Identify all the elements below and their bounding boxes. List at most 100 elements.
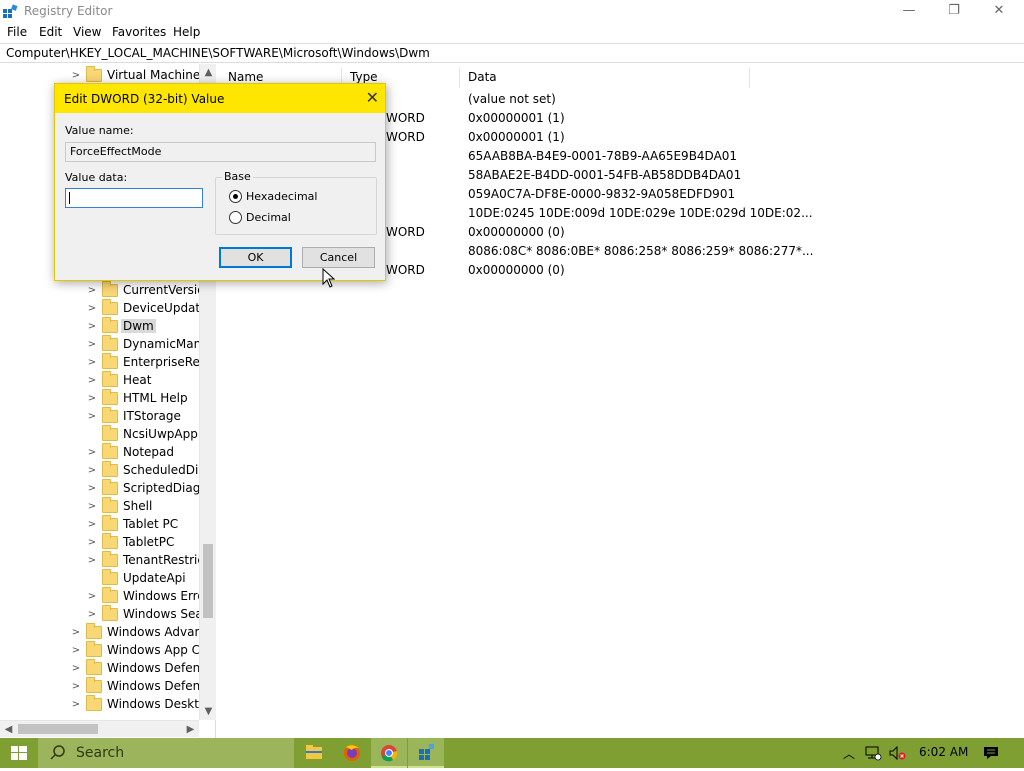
- folder-icon: [86, 695, 102, 711]
- scroll-left-icon[interactable]: ◀: [0, 721, 17, 738]
- tree-item-label: Windows Advanc: [107, 625, 209, 639]
- close-button[interactable]: ✕: [976, 0, 1022, 23]
- chevron-right-icon[interactable]: >: [70, 681, 82, 693]
- chevron-right-icon[interactable]: >: [70, 627, 82, 639]
- tree-item-label: Windows Sear: [123, 607, 208, 621]
- menu-help[interactable]: Help: [173, 25, 200, 39]
- hexadecimal-radio[interactable]: [229, 190, 242, 203]
- chevron-right-icon[interactable]: >: [86, 321, 98, 333]
- notifications-icon[interactable]: [982, 745, 1000, 761]
- chevron-right-icon[interactable]: >: [86, 303, 98, 315]
- tree-item-label: ScriptedDiagn: [123, 481, 208, 495]
- close-icon[interactable]: ✕: [366, 88, 379, 107]
- value-data: 10DE:0245 10DE:009d 10DE:029e 10DE:029d …: [468, 206, 813, 220]
- value-data-input[interactable]: [65, 188, 203, 208]
- menu-view[interactable]: View: [73, 25, 101, 39]
- scroll-right-icon[interactable]: ▶: [182, 721, 199, 738]
- folder-icon: [102, 389, 118, 405]
- folder-icon: [86, 659, 102, 675]
- chevron-right-icon[interactable]: >: [86, 555, 98, 567]
- chevron-right-icon[interactable]: >: [86, 411, 98, 423]
- restore-button[interactable]: ❐: [931, 0, 977, 23]
- folder-icon: [102, 443, 118, 459]
- folder-icon: [102, 533, 118, 549]
- chrome-icon: [381, 745, 398, 762]
- chevron-right-icon[interactable]: >: [86, 519, 98, 531]
- decimal-label[interactable]: Decimal: [246, 211, 291, 224]
- tree-item-label: Notepad: [123, 445, 174, 459]
- menu-favorites[interactable]: Favorites: [112, 25, 166, 39]
- dialog-title-bar: Edit DWORD (32-bit) Value ✕: [55, 84, 385, 113]
- chevron-right-icon[interactable]: >: [86, 339, 98, 351]
- tree-item-label: Windows App Ce: [107, 643, 208, 657]
- registry-editor-taskbar-button[interactable]: [408, 738, 444, 768]
- chevron-right-icon[interactable]: >: [86, 501, 98, 513]
- column-header-data[interactable]: Data: [460, 68, 750, 88]
- value-data: 0x00000001 (1): [468, 130, 565, 144]
- menu-file[interactable]: File: [7, 25, 27, 39]
- chevron-right-icon[interactable]: >: [70, 645, 82, 657]
- ok-button[interactable]: OK: [219, 247, 292, 268]
- chevron-right-icon[interactable]: >: [70, 663, 82, 675]
- scroll-thumb[interactable]: [203, 544, 213, 618]
- tree-item-label: TenantRestrict: [123, 553, 209, 567]
- chevron-right-icon[interactable]: >: [86, 447, 98, 459]
- chevron-right-icon[interactable]: >: [86, 375, 98, 387]
- start-button[interactable]: [0, 738, 38, 768]
- file-explorer-taskbar-button[interactable]: [296, 738, 332, 768]
- scroll-up-icon[interactable]: ▲: [200, 64, 217, 81]
- chevron-right-icon[interactable]: >: [86, 537, 98, 549]
- value-data: 059A0C7A-DF8E-0000-9832-9A058EDFD901: [468, 187, 736, 201]
- chevron-right-icon[interactable]: >: [70, 70, 82, 82]
- tree-item-label: Dwm: [121, 319, 156, 333]
- chevron-right-icon[interactable]: >: [86, 483, 98, 495]
- value-data: 0x00000000 (0): [468, 263, 565, 277]
- chevron-right-icon[interactable]: >: [86, 465, 98, 477]
- tree-item-label: ITStorage: [123, 409, 181, 423]
- search-placeholder: Search: [76, 745, 125, 761]
- taskbar-search-box[interactable]: Search: [38, 738, 294, 768]
- clock[interactable]: 6:02 AM: [919, 745, 968, 759]
- menu-edit[interactable]: Edit: [39, 25, 62, 39]
- value-type: WORD: [386, 225, 425, 239]
- volume-muted-icon[interactable]: [888, 745, 908, 761]
- chevron-right-icon[interactable]: >: [86, 609, 98, 621]
- address-bar[interactable]: Computer\HKEY_LOCAL_MACHINE\SOFTWARE\Mic…: [0, 43, 1024, 63]
- chevron-up-icon[interactable]: ︿: [843, 745, 855, 762]
- folder-icon: [86, 66, 102, 82]
- folder-icon: [86, 641, 102, 657]
- folder-icon: [86, 677, 102, 693]
- minimize-button[interactable]: —: [886, 0, 932, 23]
- hexadecimal-label[interactable]: Hexadecimal: [246, 190, 317, 203]
- tree-horizontal-scrollbar[interactable]: ◀ ▶: [0, 720, 199, 737]
- decimal-radio[interactable]: [229, 211, 242, 224]
- tree-item-label: NcsiUwpApp: [123, 427, 198, 441]
- cancel-button[interactable]: Cancel: [302, 247, 375, 268]
- folder-icon: [102, 371, 118, 387]
- value-data: 0x00000000 (0): [468, 225, 565, 239]
- chrome-taskbar-button[interactable]: [371, 738, 407, 768]
- folder-icon: [102, 551, 118, 567]
- chevron-right-icon[interactable]: >: [86, 393, 98, 405]
- firefox-taskbar-button[interactable]: [334, 738, 370, 768]
- taskbar: Search ︿ 6:02 AM: [0, 738, 1024, 768]
- folder-icon: [102, 479, 118, 495]
- scroll-thumb[interactable]: [18, 724, 98, 734]
- scroll-down-icon[interactable]: ▼: [200, 703, 217, 720]
- value-data-label: Value data:: [65, 171, 128, 184]
- network-icon[interactable]: [864, 745, 882, 761]
- value-data: 65AAB8BA-B4E9-0001-78B9-AA65E9B4DA01: [468, 149, 738, 163]
- value-name-field: ForceEffectMode: [65, 142, 376, 162]
- base-label: Base: [222, 170, 253, 183]
- mouse-cursor-icon: [322, 268, 336, 288]
- address-path: Computer\HKEY_LOCAL_MACHINE\SOFTWARE\Mic…: [6, 46, 430, 60]
- folder-icon: [102, 569, 118, 585]
- chevron-right-icon[interactable]: >: [70, 699, 82, 711]
- tree-item-label: UpdateApi: [123, 571, 186, 585]
- chevron-right-icon[interactable]: >: [86, 357, 98, 369]
- window-title: Registry Editor: [24, 4, 113, 18]
- title-bar: Registry Editor — ❐ ✕: [0, 0, 1024, 23]
- chevron-right-icon[interactable]: >: [86, 591, 98, 603]
- chevron-right-icon[interactable]: >: [86, 285, 98, 297]
- menu-bar: File Edit View Favorites Help: [0, 23, 1024, 43]
